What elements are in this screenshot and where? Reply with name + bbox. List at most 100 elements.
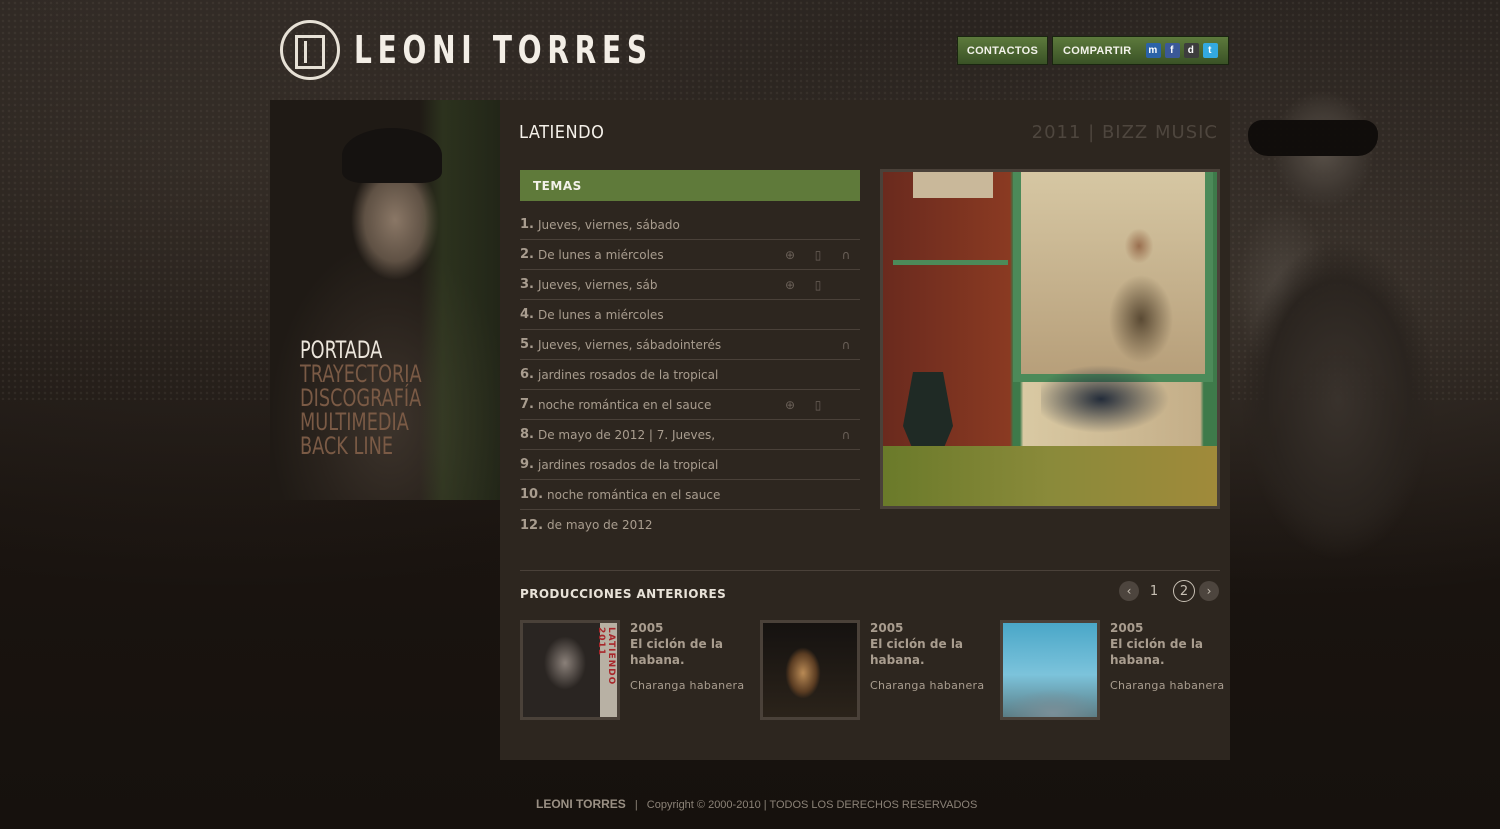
- track-title[interactable]: De lunes a miércoles: [538, 248, 664, 262]
- track-title[interactable]: De mayo de 2012 | 7. Jueves,: [538, 428, 715, 442]
- prev-page-button[interactable]: ‹: [1119, 581, 1139, 601]
- menu-item-portada[interactable]: PORTADA: [300, 338, 422, 362]
- track-number: 4.: [520, 307, 534, 322]
- track-row[interactable]: 12.de mayo de 2012 ⊕▯∩: [520, 510, 860, 540]
- delicious-icon[interactable]: d: [1183, 43, 1199, 58]
- footer: LEONI TORRES | Copyright © 2000-2010 | T…: [536, 797, 977, 811]
- track-number: 6.: [520, 367, 534, 382]
- track-row[interactable]: 4. De lunes a miércoles ⊕▯∩: [520, 300, 860, 330]
- twitter-icon[interactable]: t: [1202, 43, 1218, 58]
- site-logo[interactable]: LEONI TORRES: [280, 20, 718, 80]
- release-title[interactable]: El ciclón de la habana.: [870, 636, 990, 668]
- track-row[interactable]: 7. noche romántica en el sauce ⊕▯∩: [520, 390, 860, 420]
- release-title[interactable]: El ciclón de la habana.: [630, 636, 750, 668]
- pagination: ‹ 1 2 ›: [1119, 580, 1219, 602]
- logo-text: LEONI TORRES: [354, 28, 653, 72]
- section-divider: [520, 570, 1220, 571]
- track-actions: ⊕▯∩: [776, 278, 860, 292]
- download-icon[interactable]: ▯: [804, 248, 832, 262]
- footer-brand: LEONI TORRES: [536, 797, 626, 811]
- track-number: 9.: [520, 457, 534, 472]
- track-title[interactable]: de mayo de 2012: [547, 518, 652, 532]
- album-title: LATIENDO: [519, 122, 605, 143]
- track-title[interactable]: Jueves, viernes, sábado: [538, 218, 680, 232]
- album-panel: LATIENDO 2011 | BIZZ MUSIC TEMAS 1. Jueve…: [500, 100, 1230, 760]
- headphones-icon[interactable]: ∩: [832, 338, 860, 352]
- contact-button[interactable]: CONTACTOS: [957, 36, 1048, 65]
- track-number: 5.: [520, 337, 534, 352]
- share-label: COMPARTIR: [1063, 44, 1132, 57]
- track-number: 7.: [520, 397, 534, 412]
- wall-shelf: [893, 260, 1008, 265]
- footer-separator: |: [634, 799, 638, 811]
- track-number: 1.: [520, 217, 534, 232]
- track-title[interactable]: jardines rosados de la tropical: [538, 368, 718, 382]
- track-actions: ⊕▯∩: [776, 338, 860, 352]
- track-actions: ⊕▯∩: [776, 458, 860, 472]
- logo-mark-icon: [280, 20, 340, 80]
- track-actions: ⊕▯∩: [776, 518, 860, 532]
- release-item[interactable]: 2005 El ciclón de la habana. Charanga ha…: [760, 620, 990, 720]
- release-year: 2005: [870, 621, 904, 635]
- track-row[interactable]: 2. De lunes a miércoles ⊕ ▯ ∩: [520, 240, 860, 270]
- track-number: 2.: [520, 247, 534, 262]
- track-title[interactable]: noche romántica en el sauce: [538, 398, 711, 412]
- video-icon[interactable]: ⊕: [776, 248, 804, 262]
- release-item[interactable]: 2005 El ciclón de la habana. Charanga ha…: [1000, 620, 1230, 720]
- portrait-hair: [342, 128, 442, 183]
- track-title[interactable]: Jueves, viernes, sábadointerés: [538, 338, 721, 352]
- track-actions: ⊕▯∩: [776, 368, 860, 382]
- download-icon[interactable]: ▯: [804, 278, 832, 292]
- track-title[interactable]: noche romántica en el sauce: [547, 488, 720, 502]
- share-icons: mfdt: [1145, 43, 1218, 58]
- track-row[interactable]: 3. Jueves, viernes, sáb ⊕▯∩: [520, 270, 860, 300]
- share-button[interactable]: COMPARTIR mfdt: [1052, 36, 1229, 65]
- track-title[interactable]: De lunes a miércoles: [538, 308, 664, 322]
- track-row[interactable]: 10.noche romántica en el sauce ⊕▯∩: [520, 480, 860, 510]
- track-row[interactable]: 1. Jueves, viernes, sábado ⊕▯∩: [520, 210, 860, 240]
- track-title[interactable]: Jueves, viernes, sáb: [538, 278, 658, 292]
- track-row[interactable]: 9. jardines rosados de la tropical ⊕▯∩: [520, 450, 860, 480]
- track-number: 3.: [520, 277, 534, 292]
- main-menu: PORTADA TRAYECTORIA DISCOGRAFÍA MULTIMEDIA B…: [300, 338, 448, 458]
- release-cover[interactable]: LATIENDO 2011: [520, 620, 620, 720]
- previous-productions-title: PRODUCCIONES ANTERIORES: [520, 587, 727, 601]
- track-actions: ⊕▯∩: [776, 248, 860, 262]
- menu-item-back-line[interactable]: BACK LINE: [300, 434, 422, 458]
- track-actions: ⊕▯∩: [776, 308, 860, 322]
- page-2-button[interactable]: 2: [1173, 580, 1195, 602]
- menu-item-trayectoria[interactable]: TRAYECTORIA: [300, 362, 422, 386]
- facebook-icon[interactable]: f: [1164, 43, 1180, 58]
- track-number: 8.: [520, 427, 534, 442]
- headphones-icon[interactable]: ∩: [832, 428, 860, 442]
- next-page-button[interactable]: ›: [1199, 581, 1219, 601]
- track-actions: ⊕▯∩: [776, 428, 860, 442]
- release-title[interactable]: El ciclón de la habana.: [1110, 636, 1230, 668]
- video-icon[interactable]: ⊕: [776, 278, 804, 292]
- singer-image: [1228, 40, 1500, 560]
- release-item[interactable]: LATIENDO 2011 2005 El ciclón de la haban…: [520, 620, 750, 720]
- page-1-button[interactable]: 1: [1143, 580, 1165, 602]
- album-meta: 2011 | BIZZ MUSIC: [1031, 122, 1218, 143]
- video-icon[interactable]: ⊕: [776, 398, 804, 412]
- track-title[interactable]: jardines rosados de la tropical: [538, 458, 718, 472]
- release-cover[interactable]: [1000, 620, 1100, 720]
- album-photo: [880, 169, 1220, 509]
- track-row[interactable]: 8. De mayo de 2012 | 7. Jueves, ⊕▯∩: [520, 420, 860, 450]
- track-actions: ⊕▯∩: [776, 488, 860, 502]
- myspace-icon[interactable]: m: [1145, 43, 1161, 58]
- menu-item-discograf-a[interactable]: DISCOGRAFÍA: [300, 386, 422, 410]
- headphones-icon[interactable]: ∩: [832, 248, 860, 262]
- footer-copyright: Copyright © 2000-2010 | TODOS LOS DERECH…: [646, 799, 978, 811]
- release-cover[interactable]: [760, 620, 860, 720]
- release-year: 2005: [1110, 621, 1144, 635]
- track-actions: ⊕▯∩: [776, 218, 860, 232]
- track-row[interactable]: 5. Jueves, viernes, sábadointerés ⊕▯∩: [520, 330, 860, 360]
- download-icon[interactable]: ▯: [804, 398, 832, 412]
- wall-pictures: [913, 172, 993, 198]
- sunglasses-detail: [1248, 120, 1378, 156]
- top-navigation: CONTACTOS COMPARTIR mfdt: [957, 36, 1229, 65]
- sitting-figure: [1041, 224, 1191, 474]
- track-row[interactable]: 6. jardines rosados de la tropical ⊕▯∩: [520, 360, 860, 390]
- menu-item-multimedia[interactable]: MULTIMEDIA: [300, 410, 422, 434]
